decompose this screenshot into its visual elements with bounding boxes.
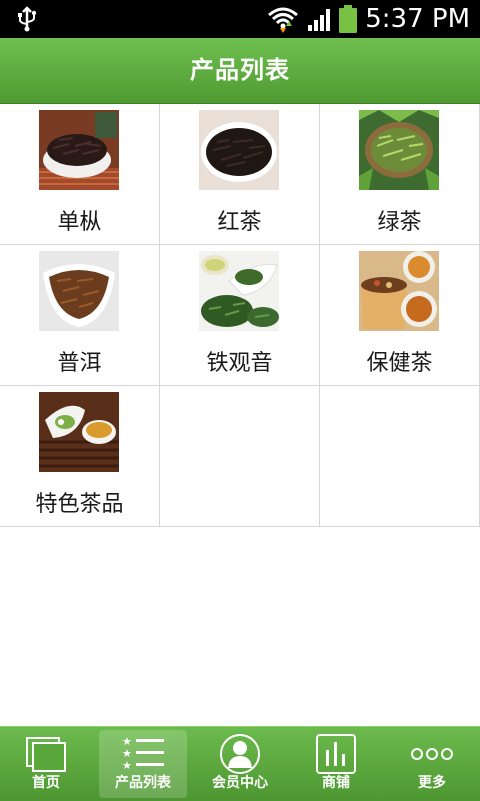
status-bar: 5:37 PM [0, 0, 480, 38]
product-item-health-tea[interactable]: 保健茶 [320, 245, 480, 386]
tab-shop[interactable]: 商铺 [292, 730, 380, 798]
product-label: 特色茶品 [35, 492, 124, 517]
product-label: 保健茶 [366, 351, 433, 376]
product-label: 红茶 [217, 210, 262, 235]
puer-tea-photo [39, 251, 119, 331]
user-icon [220, 734, 260, 774]
wifi-icon [268, 7, 298, 33]
specialty-tea-photo [39, 392, 119, 472]
tab-product-list[interactable]: ★ ★ ★ 产品列表 [99, 730, 187, 798]
product-label: 单枞 [57, 210, 102, 235]
tab-label: 商铺 [322, 775, 350, 791]
green-tea-photo [359, 110, 439, 190]
product-label: 铁观音 [206, 351, 273, 376]
tab-label: 产品列表 [115, 775, 171, 791]
tieguanyin-tea-photo [199, 251, 279, 331]
chart-icon [316, 734, 356, 774]
signal-icon [308, 9, 330, 31]
health-tea-photo [359, 251, 439, 331]
page-title: 产品列表 [190, 56, 290, 84]
product-item-specialty-tea[interactable]: 特色茶品 [0, 386, 160, 527]
tab-label: 会员中心 [212, 775, 268, 791]
status-time: 5:37 PM [365, 4, 470, 34]
black-tea-photo [199, 110, 279, 190]
tab-member-center[interactable]: 会员中心 [196, 730, 284, 798]
product-item-dancong[interactable]: 单枞 [0, 104, 160, 245]
product-label: 绿茶 [377, 210, 422, 235]
product-grid: 单枞 红茶 绿茶 普洱 铁观音 保健茶 特色茶品 [0, 104, 480, 527]
bottom-tab-bar: 首页 ★ ★ ★ 产品列表 会员中心 商铺 更多 [0, 726, 480, 801]
battery-icon [339, 5, 357, 33]
empty-cell [160, 386, 320, 527]
tab-label: 首页 [32, 775, 60, 791]
tab-more[interactable]: 更多 [388, 730, 476, 798]
usb-icon [18, 6, 37, 32]
title-bar: 产品列表 [0, 38, 480, 104]
product-item-green-tea[interactable]: 绿茶 [320, 104, 480, 245]
tab-home[interactable]: 首页 [2, 730, 90, 798]
list-icon: ★ ★ ★ [122, 735, 164, 772]
more-icon [411, 748, 453, 760]
tab-label: 更多 [418, 775, 446, 791]
product-label: 普洱 [57, 351, 102, 376]
product-item-tieguanyin[interactable]: 铁观音 [160, 245, 320, 386]
svg-text:★: ★ [122, 759, 132, 772]
home-icon [26, 737, 66, 772]
empty-cell [320, 386, 480, 527]
product-item-puer[interactable]: 普洱 [0, 245, 160, 386]
dancong-tea-photo [39, 110, 119, 190]
product-item-black-tea[interactable]: 红茶 [160, 104, 320, 245]
